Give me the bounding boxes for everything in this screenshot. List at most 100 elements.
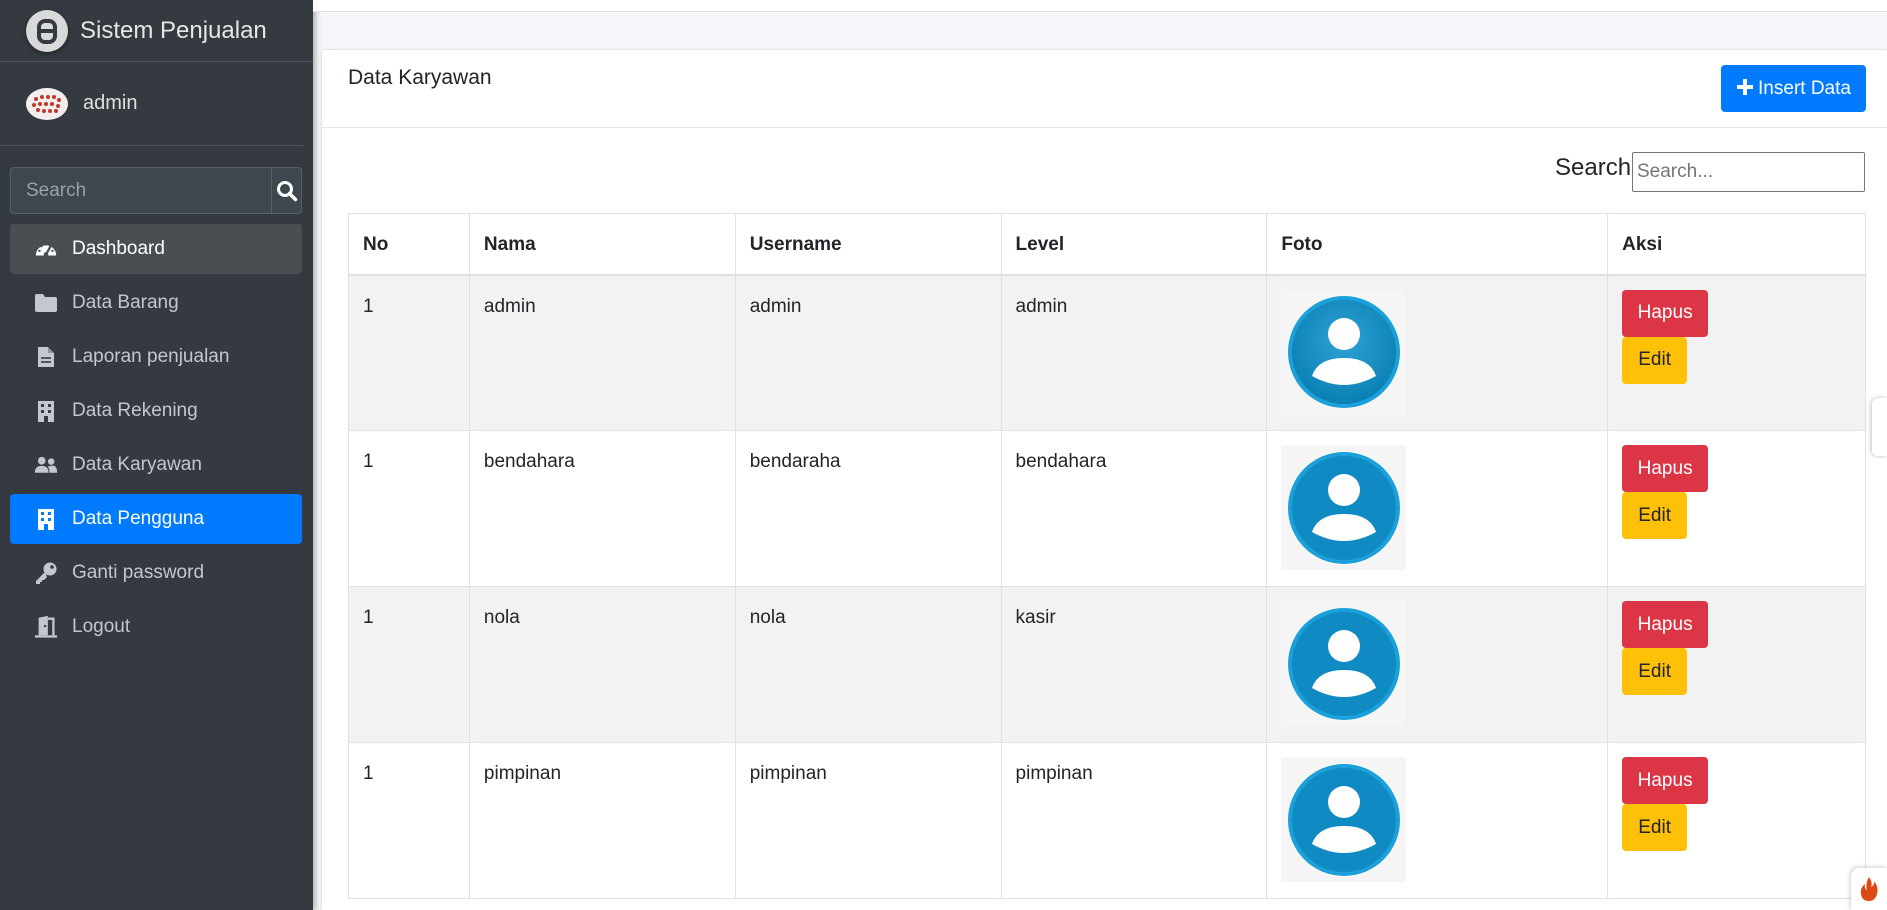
sidebar-item-dashboard[interactable]: Dashboard	[10, 224, 302, 274]
cell-username: nola	[734, 586, 1002, 743]
sidebar-item-label: Data Karyawan	[72, 454, 202, 475]
sidebar-item-label: Logout	[72, 616, 131, 637]
page-title: Data Karyawan	[348, 66, 492, 89]
plus-icon	[1736, 77, 1754, 101]
cell-username: admin	[734, 274, 1002, 431]
users-table: No Nama Username Level Foto Aksi 1 admin…	[348, 213, 1866, 899]
sidebar-item-data-pengguna[interactable]: Data Pengguna	[10, 494, 302, 544]
table-row: 1 pimpinan pimpinan pimpinan Hapus Edit	[348, 742, 1866, 899]
cell-foto	[1266, 430, 1609, 587]
building-icon	[34, 399, 58, 423]
table-row: 1 admin admin admin Hapus Edit	[348, 274, 1866, 431]
brand-logo-icon	[26, 9, 68, 52]
cell-nama: bendahara	[468, 430, 736, 587]
cell-nama: nola	[468, 586, 736, 743]
cell-aksi: Hapus Edit	[1607, 586, 1866, 743]
column-header-foto[interactable]: Foto	[1266, 213, 1609, 276]
sidebar-item-data-karyawan[interactable]: Data Karyawan	[10, 440, 302, 490]
delete-button[interactable]: Hapus	[1622, 601, 1709, 648]
user-avatar-icon	[1287, 451, 1400, 564]
sidebar-item-data-rekening[interactable]: Data Rekening	[10, 386, 302, 436]
table-header-row: No Nama Username Level Foto Aksi	[348, 213, 1866, 276]
side-panel-handle[interactable]	[1872, 398, 1887, 456]
cell-aksi: Hapus Edit	[1607, 742, 1866, 899]
cell-no: 1	[348, 742, 470, 899]
cell-nama: admin	[468, 274, 736, 431]
data-card: Data Karyawan Insert Data Search: No Nam…	[322, 50, 1887, 910]
edit-button[interactable]: Edit	[1622, 804, 1688, 851]
user-avatar-icon	[1287, 763, 1400, 876]
user-photo	[1281, 289, 1407, 415]
cell-username: pimpinan	[734, 742, 1002, 899]
user-photo	[1281, 601, 1407, 726]
sidebar-item-label: Data Rekening	[72, 400, 198, 421]
sidebar-search	[10, 167, 302, 214]
cell-foto	[1266, 274, 1609, 431]
brand-title: Sistem Penjualan	[80, 16, 267, 44]
cell-level: pimpinan	[1000, 742, 1268, 899]
sidebar-item-label: Laporan penjualan	[72, 346, 230, 367]
file-icon	[34, 345, 58, 369]
search-button[interactable]	[271, 168, 301, 213]
sidebar-nav: Dashboard Data Barang Laporan penjualan …	[10, 224, 302, 656]
cell-level: kasir	[1000, 586, 1268, 743]
cell-no: 1	[348, 430, 470, 587]
top-navbar	[313, 0, 1887, 12]
card-header: Data Karyawan Insert Data	[322, 50, 1887, 128]
user-avatar-icon	[1287, 607, 1400, 720]
column-header-level[interactable]: Level	[1000, 213, 1268, 276]
brand[interactable]: Sistem Penjualan	[0, 0, 313, 62]
user-photo	[1281, 445, 1407, 570]
door-icon	[34, 615, 58, 639]
sidebar-search-input[interactable]	[11, 168, 271, 213]
key-icon	[34, 561, 58, 585]
table-search-input[interactable]	[1632, 152, 1865, 192]
column-header-username[interactable]: Username	[734, 213, 1002, 276]
delete-button[interactable]: Hapus	[1622, 289, 1709, 337]
edit-button[interactable]: Edit	[1622, 648, 1688, 695]
sidebar-item-logout[interactable]: Logout	[10, 602, 302, 652]
cell-no: 1	[348, 274, 470, 431]
table-row: 1 nola nola kasir Hapus Edit	[348, 586, 1866, 743]
cell-nama: pimpinan	[468, 742, 736, 899]
edit-button[interactable]: Edit	[1622, 492, 1688, 539]
cell-foto	[1266, 742, 1609, 899]
delete-button[interactable]: Hapus	[1622, 445, 1709, 492]
sidebar-item-ganti-password[interactable]: Ganti password	[10, 548, 302, 598]
sidebar: Sistem Penjualan admin Dashboard	[0, 0, 313, 910]
table-row: 1 bendahara bendaraha bendahara Hapus Ed…	[348, 430, 1866, 587]
cell-no: 1	[348, 586, 470, 743]
user-photo	[1281, 757, 1407, 882]
cell-level: bendahara	[1000, 430, 1268, 587]
search-label: Search:	[1555, 154, 1638, 181]
insert-data-label: Insert Data	[1758, 77, 1851, 99]
sidebar-item-label: Data Barang	[72, 292, 179, 313]
cell-username: bendaraha	[734, 430, 1002, 587]
cell-foto	[1266, 586, 1609, 743]
sidebar-item-laporan-penjualan[interactable]: Laporan penjualan	[10, 332, 302, 382]
delete-button[interactable]: Hapus	[1622, 757, 1709, 804]
column-header-aksi[interactable]: Aksi	[1607, 213, 1866, 276]
column-header-nama[interactable]: Nama	[468, 213, 736, 276]
folder-icon	[34, 291, 58, 315]
debug-toolbar-flame-icon[interactable]	[1851, 868, 1887, 910]
cell-level: admin	[1000, 274, 1268, 431]
edit-button[interactable]: Edit	[1622, 336, 1688, 384]
users-icon	[34, 453, 58, 477]
sidebar-item-label: Data Pengguna	[72, 508, 205, 529]
avatar	[26, 87, 68, 120]
cell-aksi: Hapus Edit	[1607, 274, 1866, 431]
tachometer-icon	[34, 237, 58, 261]
sidebar-item-label: Ganti password	[72, 562, 205, 583]
sidebar-item-label: Dashboard	[72, 238, 165, 259]
building-icon	[34, 507, 58, 531]
insert-data-button[interactable]: Insert Data	[1721, 65, 1866, 112]
cell-aksi: Hapus Edit	[1607, 430, 1866, 587]
sidebar-item-data-barang[interactable]: Data Barang	[10, 278, 302, 328]
table-search: Search:	[322, 152, 1887, 192]
search-icon	[276, 180, 297, 201]
user-panel[interactable]: admin	[0, 62, 303, 146]
user-name[interactable]: admin	[83, 92, 137, 115]
user-avatar-icon	[1287, 296, 1400, 408]
column-header-no[interactable]: No	[348, 213, 470, 276]
